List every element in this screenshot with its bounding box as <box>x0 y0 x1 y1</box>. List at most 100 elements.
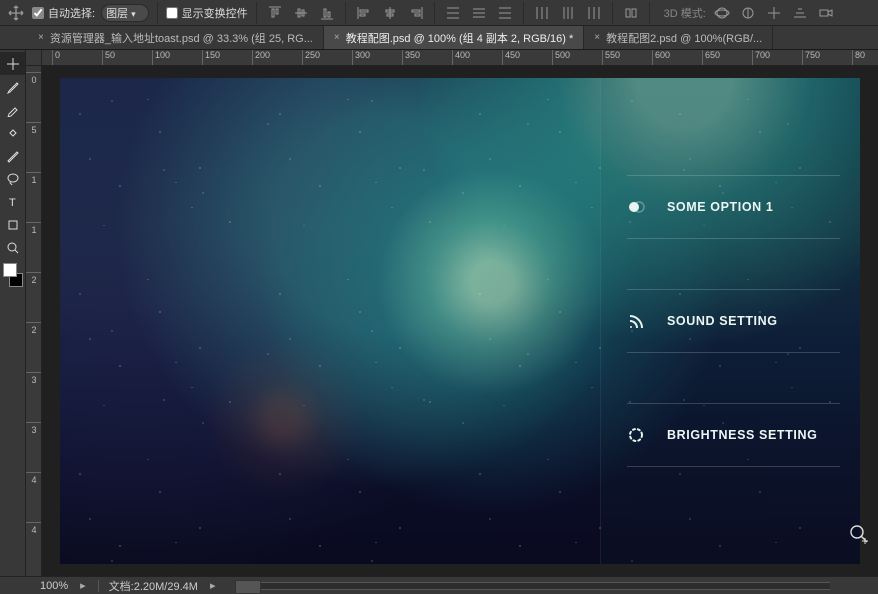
tab-label: 资源管理器_输入地址toast.psd @ 33.3% (组 25, RG... <box>50 30 313 46</box>
rss-icon <box>627 312 645 330</box>
align-hcenter-icon[interactable] <box>380 3 400 23</box>
ruler-tick: 750 <box>802 50 820 66</box>
shape-tool-icon[interactable] <box>0 213 25 236</box>
ruler-tick: 500 <box>552 50 570 66</box>
overlay-label: BRIGHTNESS SETTING <box>667 428 817 442</box>
ruler-tick: 1 <box>26 222 42 235</box>
ruler-horizontal[interactable]: 0 50 100 150 200 250 300 350 400 450 500 550 600 650 7… <box>42 50 878 66</box>
ruler-tick: 2 <box>26 272 42 285</box>
align-bottom-icon[interactable] <box>317 3 337 23</box>
canvas-wrap: 0501001502002503003504004505005506006507… <box>26 50 878 576</box>
divider <box>523 2 524 24</box>
brush-tool-icon[interactable] <box>0 75 25 98</box>
canvas-area[interactable]: SOME OPTION 1 SOUND SETTING <box>42 66 878 576</box>
workspace: T 05010015020025030035040045050055060065… <box>0 50 878 576</box>
foreground-color-swatch[interactable] <box>3 263 17 277</box>
move-tool-indicator-icon <box>6 3 26 23</box>
divider <box>649 2 650 24</box>
dist-top-icon[interactable] <box>443 3 463 23</box>
dist-hcenter-icon[interactable] <box>558 3 578 23</box>
dist-right-icon[interactable] <box>584 3 604 23</box>
move-tool-icon[interactable] <box>0 52 25 75</box>
document-tab[interactable]: × 教程配图.psd @ 100% (组 4 副本 2, RGB/16) * <box>324 26 584 49</box>
text-tool-icon[interactable]: T <box>0 190 25 213</box>
auto-select-checkbox[interactable]: 自动选择: <box>32 5 95 21</box>
ruler-tick: 550 <box>602 50 620 66</box>
divider <box>434 2 435 24</box>
align-top-icon[interactable] <box>265 3 285 23</box>
3d-pan-icon[interactable] <box>764 3 784 23</box>
color-swatches[interactable] <box>3 263 23 287</box>
zoom-level[interactable]: 100% <box>40 580 68 592</box>
align-left-icon[interactable] <box>354 3 374 23</box>
doc-info: 文档:2.20M/29.4M <box>109 578 198 594</box>
scroll-slider[interactable] <box>235 582 830 590</box>
dist-left-icon[interactable] <box>532 3 552 23</box>
overlay-row-option1[interactable]: SOME OPTION 1 <box>627 175 840 239</box>
3d-camera-icon[interactable] <box>816 3 836 23</box>
dist-bottom-icon[interactable] <box>495 3 515 23</box>
ruler-tick: 300 <box>352 50 370 66</box>
doc-info-caret-icon[interactable]: ▸ <box>210 579 216 592</box>
divider <box>345 2 346 24</box>
auto-align-icon[interactable] <box>621 3 641 23</box>
ruler-vertical[interactable]: 0511223344 <box>26 66 42 576</box>
overlay-label: SOME OPTION 1 <box>667 200 773 214</box>
divider <box>157 2 158 24</box>
document-canvas[interactable]: SOME OPTION 1 SOUND SETTING <box>60 78 860 564</box>
ruler-origin[interactable] <box>26 50 42 66</box>
show-transform-controls-checkbox[interactable]: 显示变换控件 <box>166 5 248 21</box>
svg-text:T: T <box>9 197 16 209</box>
ruler-tick: 100 <box>152 50 170 66</box>
tab-label: 教程配图2.psd @ 100%(RGB/... <box>606 30 762 46</box>
ruler-tick: 200 <box>252 50 270 66</box>
zoom-tool-icon[interactable] <box>0 236 25 259</box>
3d-mode-label: 3D 模式: <box>664 5 706 21</box>
divider <box>256 2 257 24</box>
auto-select-type-dropdown[interactable]: 图层 ▾ <box>101 4 149 22</box>
healing-tool-icon[interactable] <box>0 121 25 144</box>
ruler-tick: 0 <box>26 72 42 85</box>
close-icon[interactable]: × <box>334 32 340 43</box>
status-bar: 100% ▸ 文档:2.20M/29.4M ▸ <box>0 576 878 594</box>
scroll-thumb[interactable] <box>235 580 261 594</box>
close-icon[interactable]: × <box>38 32 44 43</box>
overlay-row-sound[interactable]: SOUND SETTING <box>627 289 840 353</box>
ruler-tick: 350 <box>402 50 420 66</box>
zoom-caret-icon[interactable]: ▸ <box>80 579 86 592</box>
settings-overlay-panel: SOME OPTION 1 SOUND SETTING <box>600 78 860 564</box>
3d-orbit-icon[interactable] <box>712 3 732 23</box>
ruler-tick: 250 <box>302 50 320 66</box>
overlay-label: SOUND SETTING <box>667 314 778 328</box>
align-right-icon[interactable] <box>406 3 426 23</box>
lasso-tool-icon[interactable] <box>0 167 25 190</box>
dist-vcenter-icon[interactable] <box>469 3 489 23</box>
eyedropper-tool-icon[interactable] <box>0 98 25 121</box>
align-vcenter-icon[interactable] <box>291 3 311 23</box>
ruler-tick: 450 <box>502 50 520 66</box>
ruler-tick: 2 <box>26 322 42 335</box>
ruler-tick: 700 <box>752 50 770 66</box>
ruler-tick: 400 <box>452 50 470 66</box>
document-tab-bar: × 资源管理器_输入地址toast.psd @ 33.3% (组 25, RG.… <box>0 26 878 50</box>
document-tab[interactable]: × 教程配图2.psd @ 100%(RGB/... <box>584 26 773 49</box>
document-tab[interactable]: × 资源管理器_输入地址toast.psd @ 33.3% (组 25, RG.… <box>28 26 324 49</box>
ruler-tick: 50 <box>102 50 115 66</box>
divider <box>612 2 613 24</box>
ruler-tick: 1 <box>26 172 42 185</box>
tool-rail: T <box>0 50 26 576</box>
ruler-tick: 4 <box>26 522 42 535</box>
ruler-tick: 5 <box>26 122 42 135</box>
ruler-tick: 80 <box>852 50 865 66</box>
ruler-tick: 150 <box>202 50 220 66</box>
overlay-row-brightness[interactable]: BRIGHTNESS SETTING <box>627 403 840 467</box>
ruler-tick: 600 <box>652 50 670 66</box>
ruler-tick: 0 <box>52 50 60 66</box>
pencil-tool-icon[interactable] <box>0 144 25 167</box>
3d-slide-icon[interactable] <box>790 3 810 23</box>
close-icon[interactable]: × <box>594 32 600 43</box>
3d-roll-icon[interactable] <box>738 3 758 23</box>
ruler-tick: 650 <box>702 50 720 66</box>
options-bar: 自动选择: 图层 ▾ 显示变换控件 3D 模式: <box>0 0 878 26</box>
show-transform-controls-label: 显示变换控件 <box>182 5 248 21</box>
